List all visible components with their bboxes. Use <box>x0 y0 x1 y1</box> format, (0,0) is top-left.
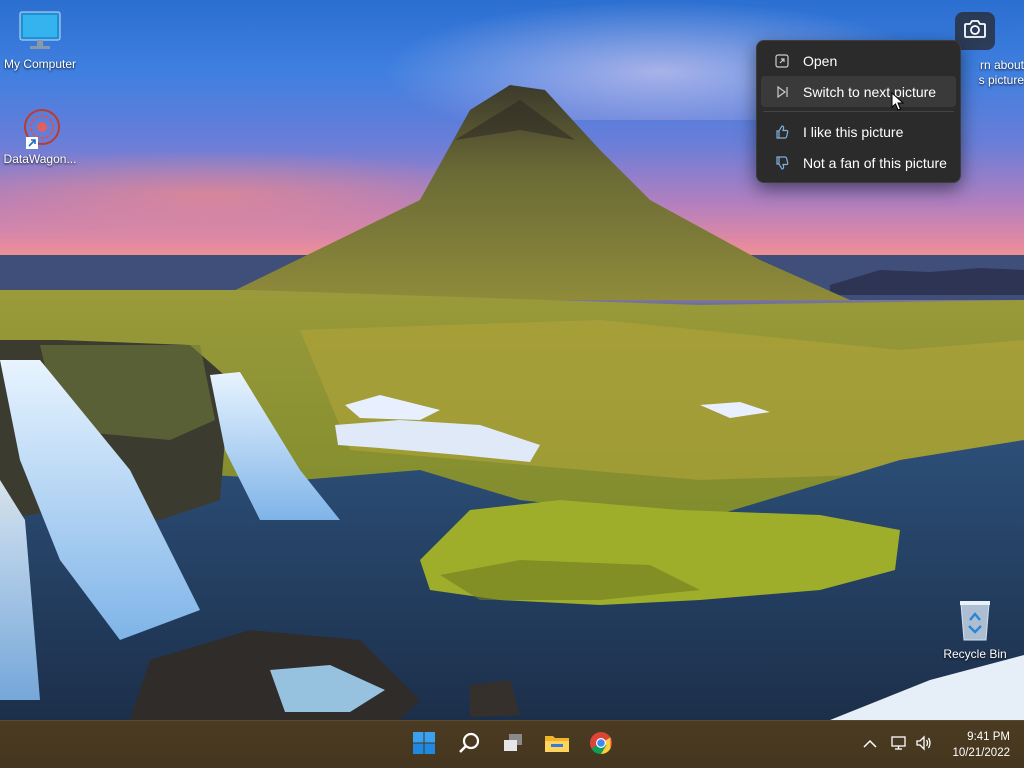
menu-item-label: Open <box>803 52 838 69</box>
menu-item-not-a-fan[interactable]: Not a fan of this picture <box>761 147 956 178</box>
thumbs-up-icon <box>773 124 791 140</box>
learn-label-line1: rn about <box>979 58 1024 72</box>
menu-item-label: Switch to next picture <box>803 83 937 100</box>
menu-item-open[interactable]: Open <box>761 45 956 76</box>
menu-item-switch-next-picture[interactable]: Switch to next picture <box>761 76 956 107</box>
desktop-icon-datawagon[interactable]: DataWagon... <box>0 104 80 166</box>
start-icon <box>412 731 436 760</box>
menu-item-label: Not a fan of this picture <box>803 154 947 171</box>
open-icon <box>773 53 791 69</box>
learn-about-picture-label: rn about s picture <box>955 58 1024 88</box>
next-picture-icon <box>773 84 791 100</box>
chevron-up-icon <box>863 736 877 754</box>
mouse-cursor-icon <box>891 92 905 111</box>
volume-icon <box>915 734 933 756</box>
recycle-bin-icon <box>955 598 995 645</box>
network-button[interactable] <box>886 728 912 762</box>
menu-item-like-picture[interactable]: I like this picture <box>761 116 956 147</box>
learn-label-line2: s picture <box>978 73 1024 87</box>
show-hidden-icons-button[interactable] <box>858 728 882 762</box>
clock-date: 10/21/2022 <box>952 747 1010 759</box>
clock-time: 9:41 PM <box>967 731 1010 743</box>
taskbar: 9:41 PM 10/21/2022 <box>0 720 1024 768</box>
search-icon <box>457 731 481 760</box>
desktop-icon-label: My Computer <box>3 57 77 71</box>
task-view-icon <box>501 731 525 760</box>
desktop-icon-recycle-bin[interactable]: Recycle Bin <box>942 598 1008 661</box>
file-explorer-button[interactable] <box>540 728 574 762</box>
datawagon-shortcut-icon <box>17 104 63 150</box>
desktop-icon-label: DataWagon... <box>3 152 77 166</box>
volume-button[interactable] <box>912 728 936 762</box>
recycle-bin-label: Recycle Bin <box>943 647 1007 661</box>
monitor-icon <box>0 10 80 55</box>
network-icon <box>890 735 908 756</box>
desktop-icon-my-computer[interactable]: My Computer <box>0 10 80 71</box>
learn-about-picture-button[interactable] <box>955 12 995 50</box>
search-button[interactable] <box>452 728 486 762</box>
chrome-icon <box>589 731 613 760</box>
spotlight-context-menu: Open Switch to next picture I like this … <box>756 40 961 183</box>
thumbs-down-icon <box>773 155 791 171</box>
menu-item-label: I like this picture <box>803 123 904 140</box>
taskbar-clock[interactable]: 9:41 PM 10/21/2022 <box>940 729 1010 761</box>
task-view-button[interactable] <box>496 728 530 762</box>
chrome-button[interactable] <box>584 728 618 762</box>
menu-separator <box>763 111 954 112</box>
file-explorer-icon <box>544 731 570 760</box>
start-button[interactable] <box>407 728 441 762</box>
camera-icon <box>963 18 987 45</box>
